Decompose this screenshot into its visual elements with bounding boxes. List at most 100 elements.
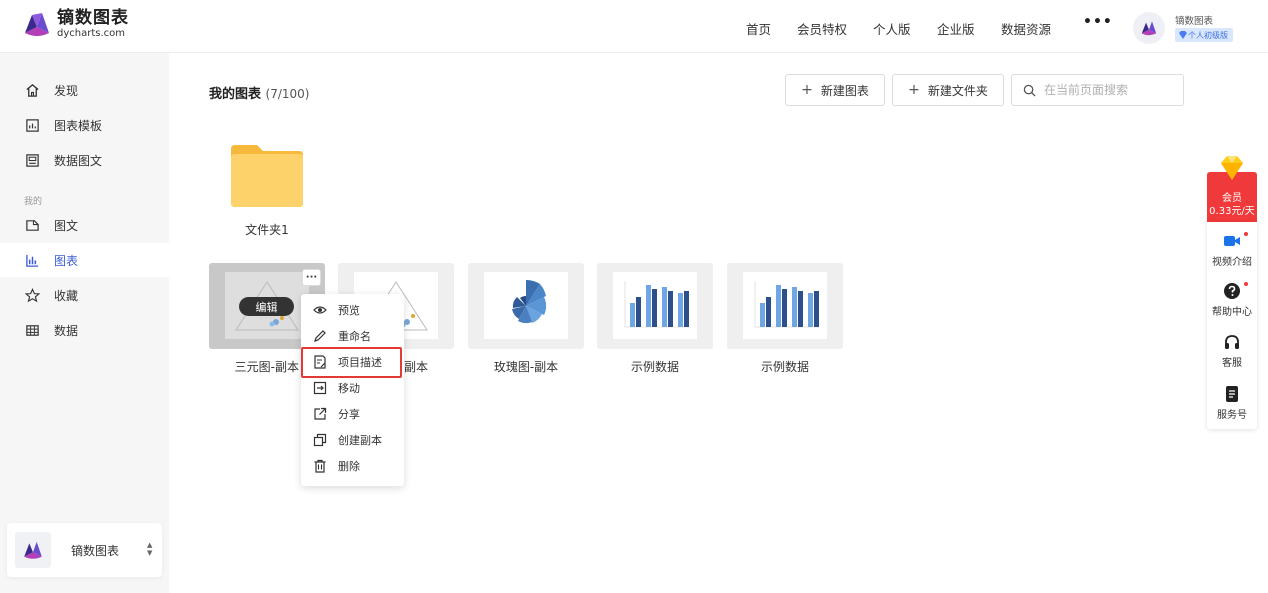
help-icon xyxy=(1224,283,1240,299)
chart-card-label[interactable]: 示例数据 xyxy=(727,358,843,375)
sidebar-item-chart-templates[interactable]: 图表模板 xyxy=(0,108,169,142)
sidebar-item-data-articles[interactable]: 数据图文 xyxy=(0,143,169,177)
sort-caret-icon: ▲ ▼ xyxy=(147,541,153,557)
chart-template-icon xyxy=(24,117,40,133)
page-title-text: 我的图表 xyxy=(209,87,262,102)
edit-button[interactable]: 编辑 xyxy=(239,297,294,316)
notification-dot xyxy=(1244,282,1248,286)
search-input[interactable] xyxy=(1044,83,1174,97)
chart-card-label[interactable]: 玫瑰图-副本 xyxy=(468,358,584,375)
trash-icon xyxy=(314,459,326,473)
sidebar-item-articles[interactable]: 图文 xyxy=(0,208,169,242)
folder-icon[interactable] xyxy=(231,145,303,207)
copy-icon xyxy=(313,433,327,447)
new-chart-label: 新建图表 xyxy=(820,83,869,98)
vip-label: 会员 xyxy=(1222,193,1242,204)
nav-personal[interactable]: 个人版 xyxy=(873,19,911,38)
move-icon xyxy=(313,381,327,395)
customer-service-button[interactable]: 客服 xyxy=(1207,333,1257,369)
eye-icon xyxy=(313,306,327,314)
sidebar-item-label: 图文 xyxy=(54,218,79,233)
account-logo-icon xyxy=(24,541,42,559)
nav-enterprise[interactable]: 企业版 xyxy=(937,19,975,38)
menu-item-label: 重命名 xyxy=(338,330,371,343)
account-name: 镝数图表 xyxy=(71,544,120,558)
sidebar-item-label: 发现 xyxy=(54,83,79,98)
sidebar-item-charts[interactable]: 图表 xyxy=(0,243,169,277)
plus-icon: + xyxy=(908,82,920,98)
help-center-button[interactable]: 帮助中心 xyxy=(1207,282,1257,318)
chart-card-label[interactable]: 示例数据 xyxy=(597,358,713,375)
menu-item-share[interactable]: 分享 xyxy=(301,401,404,427)
more-options-icon[interactable]: ··· xyxy=(302,269,321,286)
account-switcher[interactable]: 镝数图表 ▲ ▼ xyxy=(7,523,162,577)
nav-member-privileges[interactable]: 会员特权 xyxy=(797,19,847,38)
rose-chart-thumbnail xyxy=(512,279,547,323)
customer-service-label: 客服 xyxy=(1222,358,1242,369)
right-float-bar: 会员 0.33元/天 视频介绍 帮助中心 客服 服务号 xyxy=(1207,154,1257,429)
sidebar-item-label: 图表 xyxy=(54,253,79,268)
video-icon xyxy=(1224,236,1240,246)
nav-home[interactable]: 首页 xyxy=(746,19,771,38)
top-bar: 镝数图表 dycharts.com 首页 会员特权 个人版 企业版 数据资源 •… xyxy=(0,0,1268,53)
chart-card[interactable] xyxy=(468,263,584,349)
sidebar-item-favorites[interactable]: 收藏 xyxy=(0,278,169,312)
sidebar-item-label: 收藏 xyxy=(54,288,79,303)
menu-item-label: 分享 xyxy=(338,408,360,421)
service-account-button[interactable]: 服务号 xyxy=(1207,385,1257,421)
sidebar-item-label: 图表模板 xyxy=(54,118,103,133)
plus-icon: + xyxy=(801,82,813,98)
chart-card-label[interactable]: 三元图-副本 xyxy=(209,358,301,375)
chart-card[interactable] xyxy=(727,263,843,349)
menu-item-preview[interactable]: 预览 xyxy=(301,297,404,323)
nav-data-resources[interactable]: 数据资源 xyxy=(1001,19,1051,38)
pencil-icon xyxy=(314,330,326,342)
chart-card-label[interactable]: 副本 xyxy=(404,358,454,375)
menu-item-label: 预览 xyxy=(338,304,360,317)
right-tool-panel: 视频介绍 帮助中心 客服 服务号 xyxy=(1207,222,1257,429)
help-center-label: 帮助中心 xyxy=(1212,307,1252,318)
article-icon xyxy=(24,217,40,233)
menu-item-delete[interactable]: 删除 xyxy=(301,453,404,479)
sidebar: 发现 图表模板 数据图文 我的 图文 图表 收藏 数据 镝数图表 ▲ ▼ xyxy=(0,53,169,593)
chart-thumbnail xyxy=(743,272,827,339)
menu-item-rename[interactable]: 重命名 xyxy=(301,323,404,349)
brand-domain: dycharts.com xyxy=(57,27,126,39)
user-plan-badge: 个人初级版 xyxy=(1175,28,1233,42)
page-title: 我的图表 (7/100) xyxy=(209,83,310,102)
video-intro-label: 视频介绍 xyxy=(1212,257,1252,268)
chart-card[interactable] xyxy=(597,263,713,349)
user-plan-label: 个人初级版 xyxy=(1188,30,1228,40)
bar-chart-icon xyxy=(24,252,40,268)
new-folder-label: 新建文件夹 xyxy=(927,83,988,98)
chart-count: (7/100) xyxy=(265,87,310,101)
menu-item-move[interactable]: 移动 xyxy=(301,375,404,401)
sidebar-item-label: 数据图文 xyxy=(54,153,103,168)
search-box[interactable] xyxy=(1011,74,1184,106)
video-intro-button[interactable]: 视频介绍 xyxy=(1207,232,1257,268)
search-icon xyxy=(1023,84,1036,97)
sidebar-group-label: 我的 xyxy=(24,197,43,207)
diamond-icon xyxy=(1221,156,1243,180)
menu-item-duplicate[interactable]: 创建副本 xyxy=(301,427,404,453)
context-menu: 预览 重命名 项目描述 移动 分享 创建副本 删除 xyxy=(301,294,404,486)
home-icon xyxy=(24,82,40,98)
sidebar-item-label: 数据 xyxy=(54,323,79,338)
avatar[interactable] xyxy=(1133,12,1165,44)
chart-thumbnail xyxy=(484,272,568,339)
new-folder-button[interactable]: + 新建文件夹 xyxy=(892,74,1004,106)
logo-icon xyxy=(25,13,49,36)
nav-more-icon[interactable]: ••• xyxy=(1083,14,1113,30)
diamond-icon xyxy=(1179,31,1187,39)
sidebar-item-data[interactable]: 数据 xyxy=(0,313,169,347)
menu-item-label: 删除 xyxy=(338,460,360,473)
menu-item-label: 移动 xyxy=(338,382,360,395)
folder-label[interactable]: 文件夹1 xyxy=(230,221,304,238)
data-article-icon xyxy=(24,152,40,168)
brand-logo[interactable]: 镝数图表 dycharts.com xyxy=(22,9,129,39)
account-avatar xyxy=(15,532,51,568)
bar-chart-thumbnail xyxy=(624,280,689,327)
new-chart-button[interactable]: + 新建图表 xyxy=(785,74,885,106)
brand-name: 镝数图表 xyxy=(57,7,129,28)
sidebar-item-discover[interactable]: 发现 xyxy=(0,73,169,107)
